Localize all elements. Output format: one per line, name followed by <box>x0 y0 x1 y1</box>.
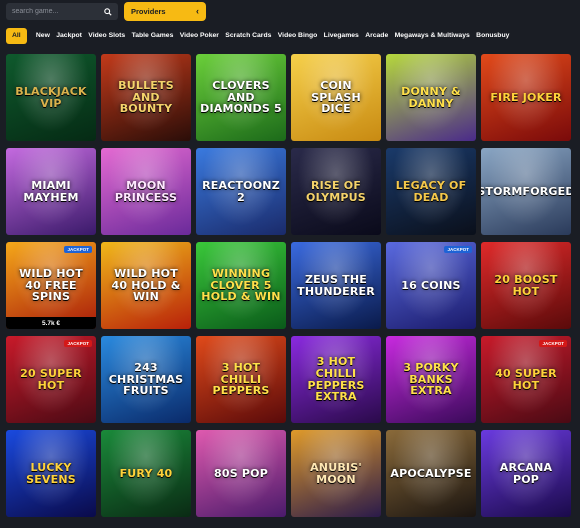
game-tile[interactable]: Arcana Pop <box>481 430 571 517</box>
game-title: Fury 40 <box>119 466 173 480</box>
game-tile[interactable]: 3 Porky Banks Extra <box>386 336 476 423</box>
game-tile[interactable]: Donny & Danny <box>386 54 476 141</box>
game-title: Lucky Sevens <box>26 460 76 486</box>
game-title: Coin Splash Dice <box>311 79 361 116</box>
game-tile[interactable]: Moon Princess <box>101 148 191 235</box>
game-tile[interactable]: Zeus the Thunderer <box>291 242 381 329</box>
jackpot-badge: Jackpot <box>64 246 92 253</box>
game-tile[interactable]: Rise of Olympus <box>291 148 381 235</box>
jackpot-badge: Jackpot <box>539 340 567 347</box>
jackpot-badge: Jackpot <box>64 340 92 347</box>
game-title: 40 Super Hot <box>495 366 557 392</box>
tab-table-games[interactable]: Table Games <box>128 28 176 44</box>
game-title: Blackjack VIP <box>15 84 87 110</box>
jackpot-badge: Jackpot <box>444 246 472 253</box>
game-title: 16 Coins <box>401 278 461 292</box>
game-title: Donny & Danny <box>401 84 461 110</box>
tab-arcade[interactable]: Arcade <box>362 28 391 44</box>
jackpot-amount: 5.7k € <box>6 317 96 329</box>
game-title: Clovers and Diamonds 5 <box>200 79 282 116</box>
game-title: 243 Christmas Fruits <box>108 361 184 398</box>
game-title: 3 Porky Banks Extra <box>403 361 459 398</box>
game-title: Rise of Olympus <box>306 178 366 204</box>
tab-livegames[interactable]: Livegames <box>320 28 362 44</box>
game-title: Legacy of Dead <box>395 178 467 204</box>
game-title: Stormforged <box>481 184 571 198</box>
category-tabs: All New Jackpot Video Slots Table Games Video… <box>6 28 513 44</box>
game-tile[interactable]: 16 Coins Jackpot <box>386 242 476 329</box>
game-grid: Blackjack VIP Bullets and Bounty Clovers a… <box>6 54 572 517</box>
game-title: Wild Hot 40 Hold & Win <box>111 267 181 304</box>
game-tile[interactable]: Fire Joker <box>481 54 571 141</box>
providers-label: Providers <box>131 7 166 16</box>
game-title: Apocalypse <box>390 466 472 480</box>
game-tile[interactable]: 3 Hot Chilli Peppers <box>196 336 286 423</box>
game-tile[interactable]: Miami Mayhem <box>6 148 96 235</box>
game-tile[interactable]: Wild Hot 40 Free Spins Jackpot 5.7k € <box>6 242 96 329</box>
search-icon[interactable] <box>103 7 112 16</box>
tab-video-slots[interactable]: Video Slots <box>85 28 128 44</box>
providers-dropdown[interactable]: Providers ‹ <box>124 2 206 21</box>
tab-jackpot[interactable]: Jackpot <box>53 28 85 44</box>
game-title: 80s Pop <box>214 466 268 480</box>
game-title: Fire Joker <box>490 90 562 104</box>
game-tile[interactable]: Stormforged <box>481 148 571 235</box>
game-tile[interactable]: 243 Christmas Fruits <box>101 336 191 423</box>
search-box[interactable] <box>6 3 118 20</box>
game-tile[interactable]: Coin Splash Dice <box>291 54 381 141</box>
tab-bonusbuy[interactable]: Bonusbuy <box>473 28 513 44</box>
game-tile[interactable]: Anubis' Moon <box>291 430 381 517</box>
game-tile[interactable]: Blackjack VIP <box>6 54 96 141</box>
game-title: Miami Mayhem <box>23 178 79 204</box>
game-tile[interactable]: Bullets and Bounty <box>101 54 191 141</box>
game-tile[interactable]: Reactoonz 2 <box>196 148 286 235</box>
top-bar: Providers ‹ <box>0 0 580 24</box>
tab-all[interactable]: All <box>6 28 27 44</box>
game-tile[interactable]: Fury 40 <box>101 430 191 517</box>
game-tile[interactable]: 80s Pop <box>196 430 286 517</box>
game-title: Reactoonz 2 <box>202 178 280 204</box>
tab-video-bingo[interactable]: Video Bingo <box>275 28 321 44</box>
game-title: Bullets and Bounty <box>118 79 174 116</box>
game-title: Winning Clover 5 Hold & Win <box>201 267 281 304</box>
game-tile[interactable]: 3 Hot Chilli Peppers Extra <box>291 336 381 423</box>
search-input[interactable] <box>12 8 103 15</box>
game-title: Anubis' Moon <box>310 460 362 486</box>
game-tile[interactable]: 20 Boost Hot <box>481 242 571 329</box>
game-tile[interactable]: Apocalypse <box>386 430 476 517</box>
game-tile[interactable]: Clovers and Diamonds 5 <box>196 54 286 141</box>
game-tile[interactable]: 20 Super Hot Jackpot <box>6 336 96 423</box>
game-tile[interactable]: Wild Hot 40 Hold & Win <box>101 242 191 329</box>
game-tile[interactable]: 40 Super Hot Jackpot <box>481 336 571 423</box>
tab-megaways-multiways[interactable]: Megaways & Multiways <box>391 28 473 44</box>
game-title: 20 Super Hot <box>20 366 82 392</box>
game-title: 3 Hot Chilli Peppers Extra <box>307 355 365 404</box>
game-title: 3 Hot Chilli Peppers <box>212 361 270 398</box>
game-tile[interactable]: Legacy of Dead <box>386 148 476 235</box>
game-title: Arcana Pop <box>499 460 553 486</box>
game-title: Zeus the Thunderer <box>297 272 375 298</box>
tab-scratch-cards[interactable]: Scratch Cards <box>222 28 274 44</box>
game-tile[interactable]: Winning Clover 5 Hold & Win <box>196 242 286 329</box>
tab-video-poker[interactable]: Video Poker <box>177 28 223 44</box>
game-title: Wild Hot 40 Free Spins <box>19 267 83 304</box>
game-title: 20 Boost Hot <box>494 272 558 298</box>
chevron-left-icon: ‹ <box>196 6 199 16</box>
game-title: Moon Princess <box>114 178 178 204</box>
tab-new[interactable]: New <box>33 28 53 44</box>
game-tile[interactable]: Lucky Sevens <box>6 430 96 517</box>
